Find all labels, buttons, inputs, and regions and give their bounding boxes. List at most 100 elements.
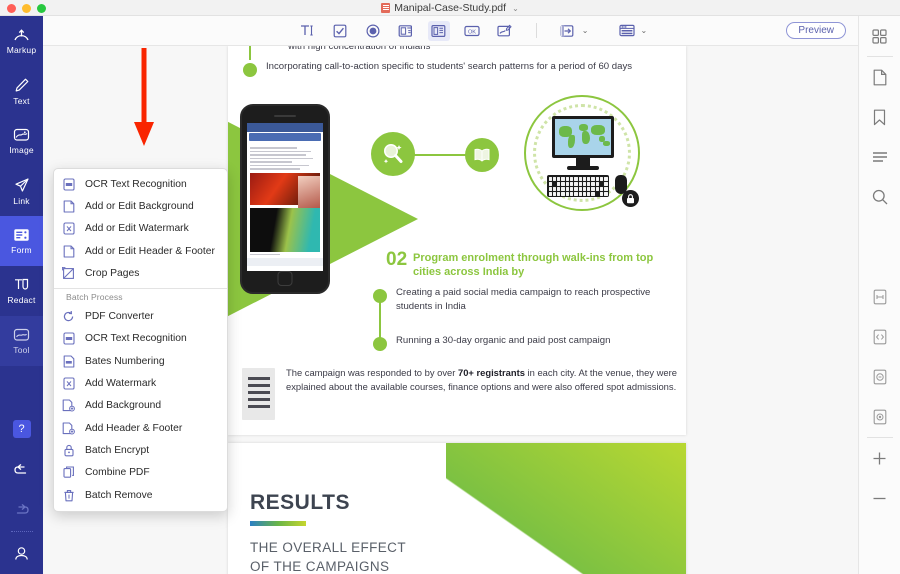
- form-field-icon[interactable]: [859, 277, 900, 317]
- app-bottom-nav: [247, 258, 323, 266]
- menu-item-add-background[interactable]: Add Background: [54, 395, 227, 417]
- doc-bullet-1: Incorporating call-to-action specific to…: [266, 61, 633, 72]
- sidebar-label-link: Link: [13, 195, 30, 206]
- menu-item-crop-pages[interactable]: Crop Pages: [54, 262, 227, 284]
- signature-field-icon[interactable]: [494, 21, 516, 41]
- stamp-icon[interactable]: [859, 357, 900, 397]
- background-icon: [62, 200, 75, 213]
- results-subtitle-line-1: THE OVERALL EFFECT: [250, 540, 406, 555]
- search-circle-icon: [371, 132, 415, 176]
- menu-item-add-or-edit-header-footer[interactable]: Add or Edit Header & Footer: [54, 240, 227, 262]
- form-layout-button[interactable]: ⌄: [616, 21, 648, 41]
- chevron-down-icon[interactable]: ⌄: [582, 26, 589, 35]
- phone-home-button: [277, 271, 293, 286]
- combine-icon: [62, 466, 75, 479]
- search-icon[interactable]: [859, 177, 900, 217]
- app-post-text: [247, 142, 323, 170]
- phone-mockup: [240, 104, 330, 294]
- sidebar-item-image[interactable]: Image: [0, 116, 43, 166]
- text-field-icon[interactable]: [296, 21, 318, 41]
- thumbnails-grid-icon[interactable]: [859, 16, 900, 56]
- undo-icon: [13, 463, 30, 476]
- code-field-icon[interactable]: [859, 317, 900, 357]
- menu-item-batch-encrypt[interactable]: Batch Encrypt: [54, 439, 227, 461]
- menu-item-add-or-edit-watermark[interactable]: Add or Edit Watermark: [54, 218, 227, 240]
- menu-item-bates-numbering[interactable]: Bates Numbering: [54, 350, 227, 372]
- form-layout-icon[interactable]: [616, 21, 638, 41]
- sidebar-item-tool[interactable]: Tool: [0, 316, 43, 366]
- combo-box-icon[interactable]: [395, 21, 417, 41]
- menu-item-label: Add Watermark: [85, 378, 157, 390]
- zoom-in-icon[interactable]: [859, 438, 900, 478]
- pdf-file-icon: [381, 3, 391, 13]
- link-icon: [14, 177, 30, 193]
- section-number: 02: [386, 249, 408, 270]
- menu-group-label-batch-process: Batch Process: [66, 292, 123, 303]
- help-button[interactable]: ?: [0, 409, 43, 449]
- sidebar-item-text[interactable]: Text: [0, 66, 43, 116]
- menu-item-label: Add Background: [85, 400, 162, 412]
- outline-icon[interactable]: [859, 137, 900, 177]
- help-icon: ?: [12, 420, 31, 438]
- menu-item-label: Batch Encrypt: [85, 444, 150, 456]
- trash-icon: [62, 489, 75, 502]
- radio-button-icon[interactable]: [362, 21, 384, 41]
- sidebar-divider: [10, 531, 33, 532]
- preview-button[interactable]: Preview: [786, 22, 846, 39]
- list-box-icon[interactable]: [427, 20, 450, 41]
- results-subtitle-line-2: OF THE CAMPAIGNS: [250, 559, 390, 574]
- menu-item-batch-ocr-text-recognition[interactable]: OCR Text Recognition: [54, 328, 227, 350]
- form-field-tools: OK ⌄ ⌄: [296, 20, 648, 41]
- undo-button[interactable]: [0, 449, 43, 489]
- lock-icon: [62, 444, 75, 457]
- phone-speaker: [274, 115, 296, 117]
- sidebar-label-tool: Tool: [13, 345, 30, 355]
- form-field-tools-button[interactable]: ⌄: [557, 21, 589, 41]
- app-post-image-2: [250, 207, 320, 252]
- pdf-page-2[interactable]: RESULTS THE OVERALL EFFECT OF THE CAMPAI…: [228, 443, 686, 574]
- sidebar-item-redact[interactable]: Redact: [0, 266, 43, 316]
- document-title-group: Manipal-Case-Study.pdf ⌄: [0, 0, 900, 16]
- results-subtitle: THE OVERALL EFFECT OF THE CAMPAIGNS: [250, 538, 406, 574]
- redo-button[interactable]: [0, 489, 43, 529]
- bookmark-icon[interactable]: [859, 97, 900, 137]
- pdf-editor-window: Manipal-Case-Study.pdf ⌄ Markup Text Ima…: [0, 0, 900, 574]
- monitor-base: [567, 166, 599, 170]
- monitor-screen: [552, 116, 614, 158]
- right-sidebar: [858, 16, 900, 574]
- menu-item-add-header-footer[interactable]: Add Header & Footer: [54, 417, 227, 439]
- menu-item-label: Add or Edit Header & Footer: [85, 245, 215, 257]
- app-post-image-1: [247, 172, 323, 208]
- push-button-icon[interactable]: OK: [461, 21, 483, 41]
- menu-item-label: PDF Converter: [85, 311, 154, 323]
- title-chevron-down-icon[interactable]: ⌄: [512, 4, 519, 13]
- menu-item-add-or-edit-background[interactable]: Add or Edit Background: [54, 195, 227, 217]
- menu-item-batch-remove[interactable]: Batch Remove: [54, 484, 227, 506]
- clipped-text-line: with high concentration of Indians: [288, 46, 431, 52]
- zoom-out-icon[interactable]: [859, 478, 900, 518]
- sidebar-item-form[interactable]: Form: [0, 216, 43, 266]
- menu-item-add-watermark[interactable]: Add Watermark: [54, 372, 227, 394]
- app-top-bar: [247, 123, 323, 132]
- checkbox-icon[interactable]: [329, 21, 351, 41]
- page-icon[interactable]: [859, 57, 900, 97]
- menu-item-pdf-converter[interactable]: PDF Converter: [54, 305, 227, 327]
- book-circle-icon: [465, 138, 499, 172]
- menu-item-label: Add or Edit Watermark: [85, 223, 189, 235]
- tool-dropdown-menu[interactable]: OCR Text Recognition Add or Edit Backgro…: [53, 168, 228, 513]
- sidebar-item-markup[interactable]: Markup: [0, 16, 43, 66]
- lock-badge-icon: [622, 190, 639, 207]
- watermark-icon: [62, 222, 75, 235]
- menu-item-label: Crop Pages: [85, 267, 140, 279]
- menu-item-ocr-text-recognition[interactable]: OCR Text Recognition: [54, 173, 227, 195]
- ocr-icon: [62, 332, 75, 345]
- chevron-down-icon[interactable]: ⌄: [641, 26, 648, 35]
- menu-item-label: Add or Edit Background: [85, 200, 194, 212]
- menu-item-combine-pdf[interactable]: Combine PDF: [54, 462, 227, 484]
- sidebar-label-redact: Redact: [7, 295, 36, 305]
- signature-icon[interactable]: [859, 397, 900, 437]
- pdf-page-1[interactable]: with high concentration of Indians Incor…: [228, 46, 686, 435]
- form-field-tools-icon[interactable]: [557, 21, 579, 41]
- account-button[interactable]: [0, 534, 43, 574]
- sidebar-item-link[interactable]: Link: [0, 166, 43, 216]
